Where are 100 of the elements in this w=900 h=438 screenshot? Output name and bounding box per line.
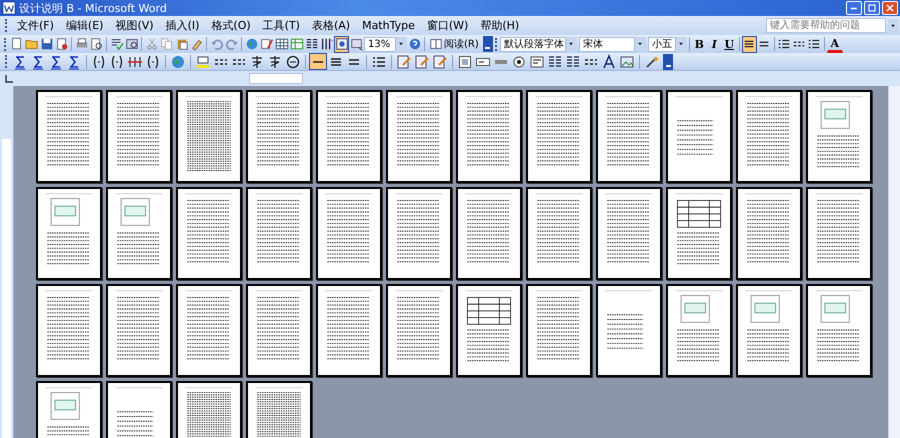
edit-button[interactable] bbox=[431, 53, 449, 70]
page-thumbnail[interactable] bbox=[666, 90, 732, 183]
cut-icon bbox=[144, 37, 158, 51]
page-thumbnail[interactable] bbox=[666, 187, 732, 280]
scrollbar[interactable] bbox=[888, 86, 900, 438]
word-app-icon bbox=[2, 1, 16, 15]
page-thumbnail[interactable] bbox=[806, 284, 872, 377]
permission-button[interactable] bbox=[54, 36, 69, 52]
page-thumbnail[interactable] bbox=[386, 90, 452, 183]
page-thumbnail[interactable] bbox=[36, 187, 102, 280]
page-thumbnail[interactable] bbox=[386, 187, 452, 280]
page-thumbnail[interactable] bbox=[456, 90, 522, 183]
page-thumbnail[interactable] bbox=[386, 284, 452, 377]
print-preview-button[interactable] bbox=[89, 36, 104, 52]
menu-item[interactable]: 帮助(H) bbox=[474, 17, 526, 34]
read-button[interactable]: 阅读(R) bbox=[427, 37, 481, 51]
wand-icon bbox=[644, 54, 660, 70]
drawing-icon bbox=[320, 37, 334, 51]
menu-item[interactable]: 视图(V) bbox=[109, 17, 160, 34]
globe-icon bbox=[170, 54, 186, 70]
page-thumbnail[interactable] bbox=[526, 90, 592, 183]
page-thumbnail[interactable] bbox=[106, 284, 172, 377]
page-thumbnail[interactable] bbox=[806, 90, 872, 183]
print-preview-icon bbox=[90, 37, 104, 51]
page-thumbnail[interactable] bbox=[526, 284, 592, 377]
page-thumbnail[interactable] bbox=[246, 90, 312, 183]
page-thumbnail[interactable] bbox=[596, 284, 662, 377]
page-thumbnail[interactable] bbox=[246, 284, 312, 377]
page-thumbnail[interactable] bbox=[806, 187, 872, 280]
sum-icon bbox=[66, 54, 82, 70]
help-search-field[interactable]: 键入需要帮助的问题 bbox=[766, 18, 886, 33]
page-thumbnail[interactable] bbox=[526, 187, 592, 280]
menu-item[interactable]: 格式(O) bbox=[205, 17, 257, 34]
help-icon bbox=[408, 37, 422, 51]
page-thumbnail[interactable] bbox=[456, 187, 522, 280]
save-icon bbox=[40, 37, 54, 51]
underline-button[interactable]: U bbox=[722, 36, 737, 52]
menu-item[interactable]: MathType bbox=[356, 17, 421, 34]
columns-icon bbox=[304, 37, 318, 51]
menu-item[interactable]: 插入(I) bbox=[160, 17, 206, 34]
redo-icon bbox=[224, 37, 238, 51]
page-thumbnail[interactable] bbox=[736, 284, 802, 377]
bracket-icon bbox=[109, 54, 125, 70]
new-document-button[interactable] bbox=[9, 36, 24, 52]
font-size-field[interactable]: 小五 bbox=[648, 36, 676, 52]
circled-icon bbox=[285, 54, 301, 70]
text-style-icon bbox=[601, 54, 617, 70]
globe-button[interactable] bbox=[169, 53, 187, 70]
page-thumbnail[interactable] bbox=[176, 90, 242, 183]
form-field-button[interactable] bbox=[456, 53, 474, 70]
page-thumbnail[interactable] bbox=[316, 90, 382, 183]
page-thumbnail[interactable] bbox=[36, 284, 102, 377]
menu-item[interactable]: 编辑(E) bbox=[60, 17, 110, 34]
justify-button[interactable] bbox=[742, 36, 757, 52]
copy-icon bbox=[160, 37, 174, 51]
style-field[interactable]: 默认段落字体 bbox=[500, 36, 566, 52]
open-icon bbox=[24, 37, 38, 51]
page-thumbnail[interactable] bbox=[176, 187, 242, 280]
form-field-icon bbox=[457, 54, 473, 70]
menu-item[interactable]: 窗口(W) bbox=[420, 17, 474, 34]
page-thumbnail[interactable] bbox=[736, 90, 802, 183]
bracket-icon bbox=[145, 54, 161, 70]
menu-item[interactable]: 工具(T) bbox=[256, 17, 306, 34]
page-thumbnail[interactable] bbox=[106, 187, 172, 280]
font-field[interactable]: 宋体 bbox=[578, 36, 635, 52]
page-thumbnail[interactable] bbox=[36, 90, 102, 183]
numbering-icon bbox=[777, 37, 792, 51]
maximize-button[interactable] bbox=[864, 1, 880, 15]
option-icon bbox=[511, 54, 527, 70]
page-thumbnail[interactable] bbox=[596, 187, 662, 280]
edit-button[interactable] bbox=[395, 53, 413, 70]
bracket-icon bbox=[91, 54, 107, 70]
minimize-icon bbox=[850, 6, 858, 10]
page-thumbnail[interactable] bbox=[176, 284, 242, 377]
page-thumbnail[interactable] bbox=[106, 90, 172, 183]
page-thumbnail[interactable] bbox=[596, 90, 662, 183]
frame-icon bbox=[529, 54, 545, 70]
page-thumbnail[interactable] bbox=[456, 284, 522, 377]
paste-icon bbox=[174, 37, 188, 51]
page-thumbnail[interactable] bbox=[666, 284, 732, 377]
page-thumbnail[interactable] bbox=[316, 187, 382, 280]
page-thumbnail[interactable] bbox=[316, 284, 382, 377]
sum-icon bbox=[48, 54, 64, 70]
format-painter-icon bbox=[190, 37, 204, 51]
menu-item[interactable]: 表格(A) bbox=[306, 17, 356, 34]
page-thumbnail[interactable] bbox=[246, 187, 312, 280]
window-title: 设计说明 B - Microsoft Word bbox=[19, 0, 168, 16]
italic-button[interactable]: I bbox=[706, 36, 722, 52]
zoom-field[interactable]: 13% bbox=[364, 36, 396, 52]
circled-button[interactable] bbox=[284, 53, 302, 70]
tab-selector-icon[interactable] bbox=[4, 74, 14, 84]
highlight-icon bbox=[195, 54, 211, 70]
edit-icon bbox=[432, 54, 448, 70]
line-button[interactable] bbox=[309, 53, 327, 70]
menu-item[interactable]: 文件(F) bbox=[11, 17, 60, 34]
close-button[interactable] bbox=[882, 1, 898, 15]
bold-button[interactable]: B bbox=[692, 36, 707, 52]
edit-button[interactable] bbox=[413, 53, 431, 70]
minimize-button[interactable] bbox=[846, 1, 862, 15]
page-thumbnail[interactable] bbox=[736, 187, 802, 280]
